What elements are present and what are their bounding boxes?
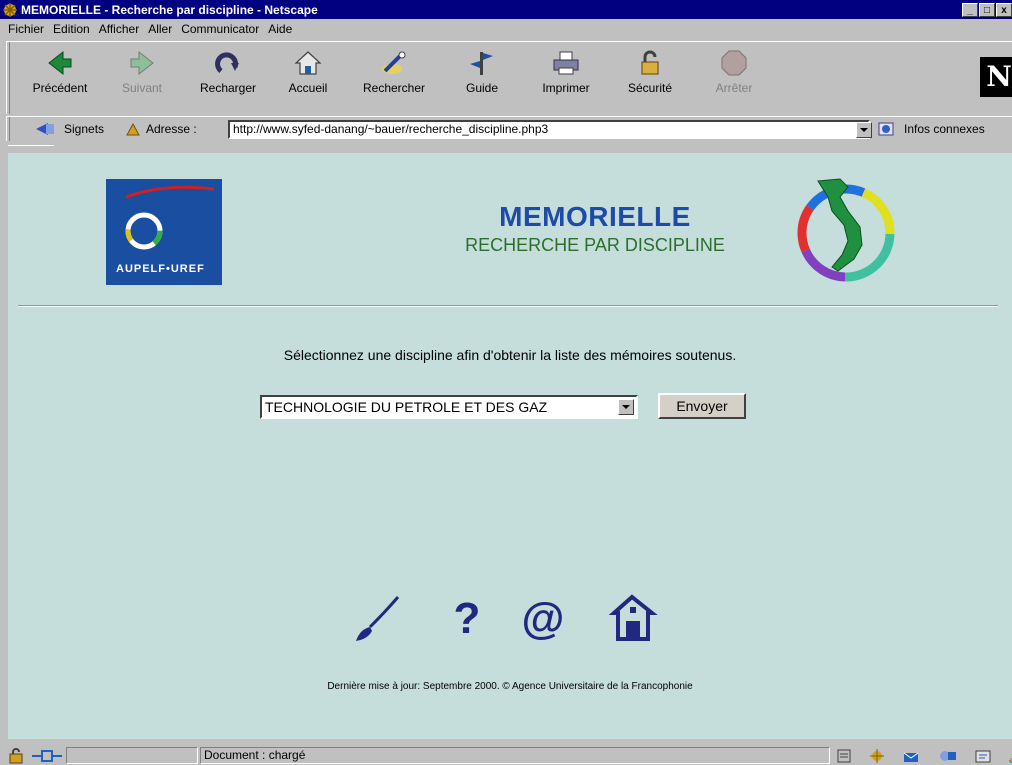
toolbar-collapse-tab[interactable] bbox=[8, 145, 54, 153]
address-label-group: Adresse : bbox=[124, 121, 197, 137]
navigator-icon[interactable] bbox=[836, 748, 852, 764]
guide-icon bbox=[470, 52, 493, 75]
related-links-icon bbox=[878, 122, 894, 136]
security-button[interactable]: Sécurité bbox=[618, 49, 682, 109]
close-button[interactable]: x bbox=[996, 2, 1012, 17]
menu-communicator[interactable]: Communicator bbox=[181, 22, 259, 36]
guide-label: Guide bbox=[465, 81, 499, 95]
discipline-selected-value: TECHNOLOGIE DU PETROLE ET DES GAZ bbox=[265, 399, 548, 415]
vietnam-map-logo bbox=[797, 178, 895, 282]
print-label: Imprimer bbox=[542, 81, 590, 95]
forward-label: Suivant bbox=[121, 81, 163, 95]
url-input[interactable]: http://www.syfed-danang/~bauer/recherche… bbox=[228, 120, 870, 139]
page-content: AUPELF•UREF MEMORIELLE RECHERCHE PAR DIS… bbox=[8, 153, 1012, 739]
reload-label: Recharger bbox=[199, 81, 257, 95]
minimize-button[interactable]: _ bbox=[962, 2, 978, 17]
email-at-icon[interactable]: @ bbox=[518, 593, 568, 643]
netscape-logo[interactable]: N bbox=[980, 57, 1012, 97]
printer-icon bbox=[553, 51, 579, 75]
related-links-button[interactable]: Infos connexes bbox=[878, 121, 985, 137]
header-divider bbox=[18, 305, 998, 307]
reload-icon bbox=[215, 52, 239, 73]
netscape-star-icon[interactable] bbox=[868, 748, 886, 764]
discipline-select[interactable]: TECHNOLOGIE DU PETROLE ET DES GAZ bbox=[260, 395, 638, 419]
lock-icon bbox=[641, 50, 659, 75]
search-button[interactable]: Rechercher bbox=[362, 49, 426, 109]
bookmark-icon bbox=[36, 123, 54, 135]
toolbar-grip[interactable] bbox=[6, 42, 10, 114]
window-title: MEMORIELLE - Recherche par discipline - … bbox=[21, 2, 318, 17]
stop-button[interactable]: Arrêter bbox=[702, 49, 766, 109]
maximize-button[interactable]: □ bbox=[979, 2, 995, 17]
home-icon bbox=[294, 51, 322, 75]
help-question-icon[interactable]: ? bbox=[452, 593, 482, 643]
aupelf-uref-logo: AUPELF•UREF bbox=[106, 179, 222, 285]
home-button[interactable]: Accueil bbox=[276, 49, 340, 109]
title-bar: MEMORIELLE - Recherche par discipline - … bbox=[0, 0, 1012, 19]
security-label: Sécurité bbox=[627, 81, 673, 95]
back-button[interactable]: Précédent bbox=[28, 49, 92, 109]
menu-bar: Fichier Edition Afficher Aller Communica… bbox=[0, 19, 1012, 39]
page-proxy-icon[interactable] bbox=[124, 121, 142, 137]
menu-afficher[interactable]: Afficher bbox=[99, 22, 139, 36]
guide-button[interactable]: Guide bbox=[450, 49, 514, 109]
aupelf-logo-text: AUPELF•UREF bbox=[116, 263, 205, 275]
progress-indicator bbox=[66, 747, 198, 764]
related-links-label: Infos connexes bbox=[904, 122, 985, 136]
home-label: Accueil bbox=[288, 81, 328, 95]
discussion-groups-icon[interactable] bbox=[938, 748, 958, 764]
composer-icon[interactable] bbox=[974, 748, 992, 764]
chevron-down-icon bbox=[622, 405, 630, 409]
chevron-down-icon bbox=[860, 128, 868, 132]
netscape-app-icon bbox=[3, 2, 17, 17]
footer-text: Dernière mise à jour: Septembre 2000. © … bbox=[327, 681, 693, 692]
security-lock-icon[interactable] bbox=[8, 748, 28, 764]
forward-button[interactable]: Suivant bbox=[110, 49, 174, 109]
instruction-text: Sélectionnez une discipline afin d'obten… bbox=[283, 347, 737, 363]
bookmarks-label: Signets bbox=[64, 122, 105, 136]
back-arrow-icon bbox=[48, 50, 72, 76]
stop-icon bbox=[721, 50, 747, 76]
submit-button[interactable]: Envoyer bbox=[658, 393, 746, 419]
mailbox-icon[interactable] bbox=[902, 748, 922, 764]
brush-icon[interactable] bbox=[352, 593, 402, 643]
reload-button[interactable]: Recharger bbox=[196, 49, 260, 109]
svg-text:?: ? bbox=[454, 594, 481, 643]
search-label: Rechercher bbox=[362, 81, 426, 95]
status-text: Document : chargé bbox=[200, 747, 830, 764]
discipline-dropdown-button[interactable] bbox=[618, 399, 634, 415]
browser-window: MEMORIELLE - Recherche par discipline - … bbox=[0, 0, 1012, 765]
menu-aller[interactable]: Aller bbox=[148, 22, 172, 36]
stop-label: Arrêter bbox=[715, 81, 753, 95]
menu-edition[interactable]: Edition bbox=[53, 22, 90, 36]
pen-icon[interactable] bbox=[1008, 748, 1012, 764]
forward-arrow-icon bbox=[130, 50, 154, 76]
url-history-dropdown[interactable] bbox=[856, 122, 872, 138]
search-icon bbox=[382, 51, 406, 74]
menu-aide[interactable]: Aide bbox=[268, 22, 292, 36]
navigation-toolbar: Précédent Suivant Recharger Accueil Rech… bbox=[6, 41, 1012, 114]
connection-status-icon bbox=[32, 750, 62, 762]
address-label: Adresse : bbox=[146, 122, 197, 136]
back-label: Précédent bbox=[32, 81, 88, 95]
menu-fichier[interactable]: Fichier bbox=[8, 22, 44, 36]
status-bar: Document : chargé bbox=[0, 745, 1012, 765]
house-icon[interactable] bbox=[608, 593, 658, 643]
component-bar bbox=[836, 747, 1012, 764]
bookmarks-button[interactable]: Signets bbox=[34, 121, 104, 137]
location-grip[interactable] bbox=[6, 117, 10, 141]
print-button[interactable]: Imprimer bbox=[534, 49, 598, 109]
svg-text:@: @ bbox=[522, 594, 565, 643]
location-bar: Signets Adresse : http://www.syfed-danan… bbox=[6, 116, 1012, 142]
